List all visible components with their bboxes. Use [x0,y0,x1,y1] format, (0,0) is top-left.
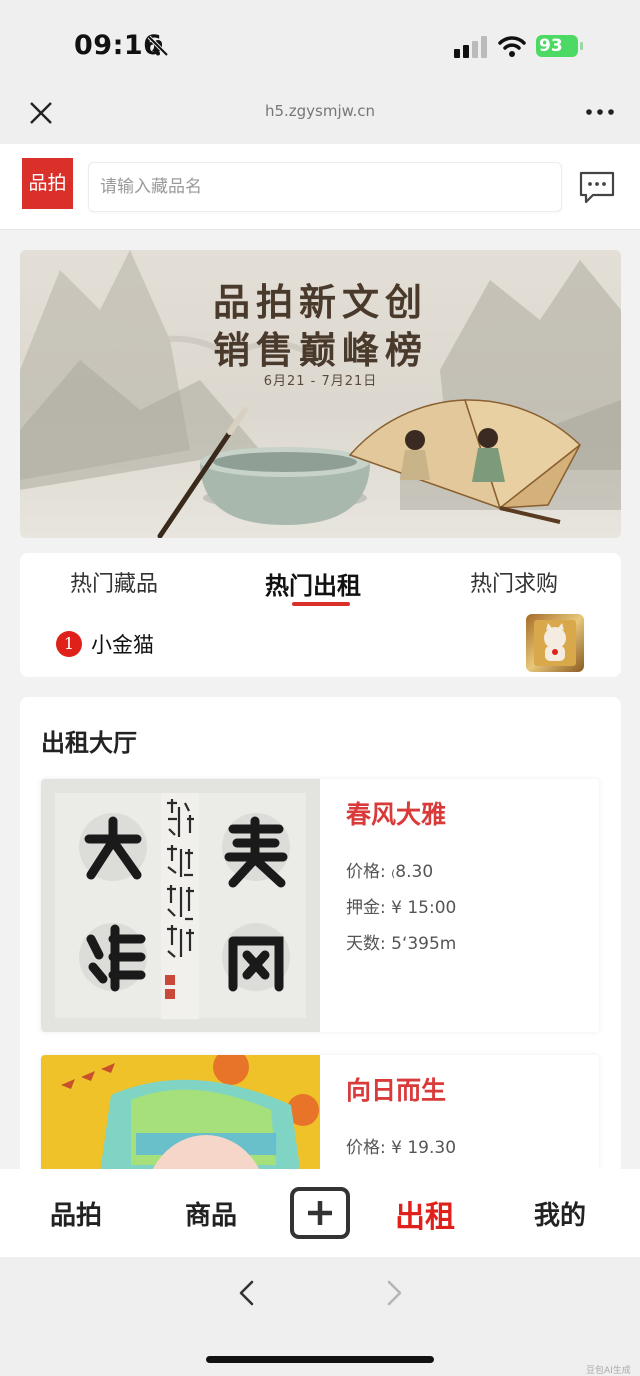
active-tab-underline [292,602,350,606]
rental-card[interactable]: 春风大雅 价格: ₍8.30 押金: ¥ 15:00 天数: 5‘395m [41,779,599,1032]
tab-hot-wanted[interactable]: 热门求购 [470,566,558,598]
card-title: 春风大雅 [346,800,447,829]
app-logo[interactable]: 品拍 [22,158,73,209]
back-arrow-icon[interactable] [235,1279,259,1307]
rank-item-thumbnail[interactable] [526,614,584,672]
tab-hot-collectibles[interactable]: 热门藏品 [70,566,158,598]
home-indicator[interactable] [206,1356,434,1363]
message-icon[interactable] [578,170,616,206]
tab-hot-rentals[interactable]: 热门出租 [265,566,361,601]
lucky-cat-image [534,620,576,666]
tabbar-item-home[interactable]: 品拍 [50,1195,102,1232]
calligraphy-artwork-image [41,779,320,1032]
tabbar-item-rent[interactable]: 出租 [395,1192,455,1236]
bottom-tab-bar: 品拍 商品 出租 我的 [0,1169,640,1257]
promo-banner[interactable]: 品拍新文创 销售巅峰榜 6月21 - 7月21日 [20,250,621,538]
banner-date: 6月21 - 7月21日 [263,374,378,389]
card-price: 价格: ₍8.30 [346,862,434,882]
banner-title-line1: 品拍新文创 [213,280,428,324]
card-deposit: 押金: ¥ 15:00 [346,898,457,918]
hot-tabs-panel: 热门藏品 热门出租 热门求购 1 小金猫 [20,553,621,677]
ai-watermark: 豆包AI生成 [586,1366,631,1376]
rank-badge: 1 [56,631,82,657]
rank-item-name[interactable]: 小金猫 [91,629,154,659]
browser-bar: h5.zgysmjw.cn [0,92,640,144]
card-title: 向日而生 [346,1076,447,1105]
battery-tip [580,42,583,50]
bell-muted-icon [147,35,169,57]
banner-title-line2: 销售巅峰榜 [213,328,428,372]
section-title: 出租大厅 [41,729,137,757]
app-header: 品拍 请输入藏品名 [0,144,640,230]
wifi-icon [498,36,526,57]
browser-nav-bar: 豆包AI生成 [0,1257,640,1376]
plus-icon [308,1201,332,1225]
page-url: h5.zgysmjw.cn [264,102,376,120]
search-input[interactable]: 请输入藏品名 [88,162,562,212]
more-options-icon[interactable] [585,102,615,122]
battery-level: 93 [539,36,563,56]
forward-arrow-icon[interactable] [382,1279,406,1307]
status-bar: 09:16 93 [0,0,640,92]
card-price: 价格: ¥ 19.30 [346,1138,457,1158]
add-button[interactable] [290,1187,350,1239]
card-days: 天数: 5‘395m [346,934,457,954]
tabbar-item-products[interactable]: 商品 [185,1195,237,1232]
tabbar-item-mine[interactable]: 我的 [534,1195,586,1232]
battery-indicator: 93 [536,35,578,57]
signal-icon [454,36,487,58]
